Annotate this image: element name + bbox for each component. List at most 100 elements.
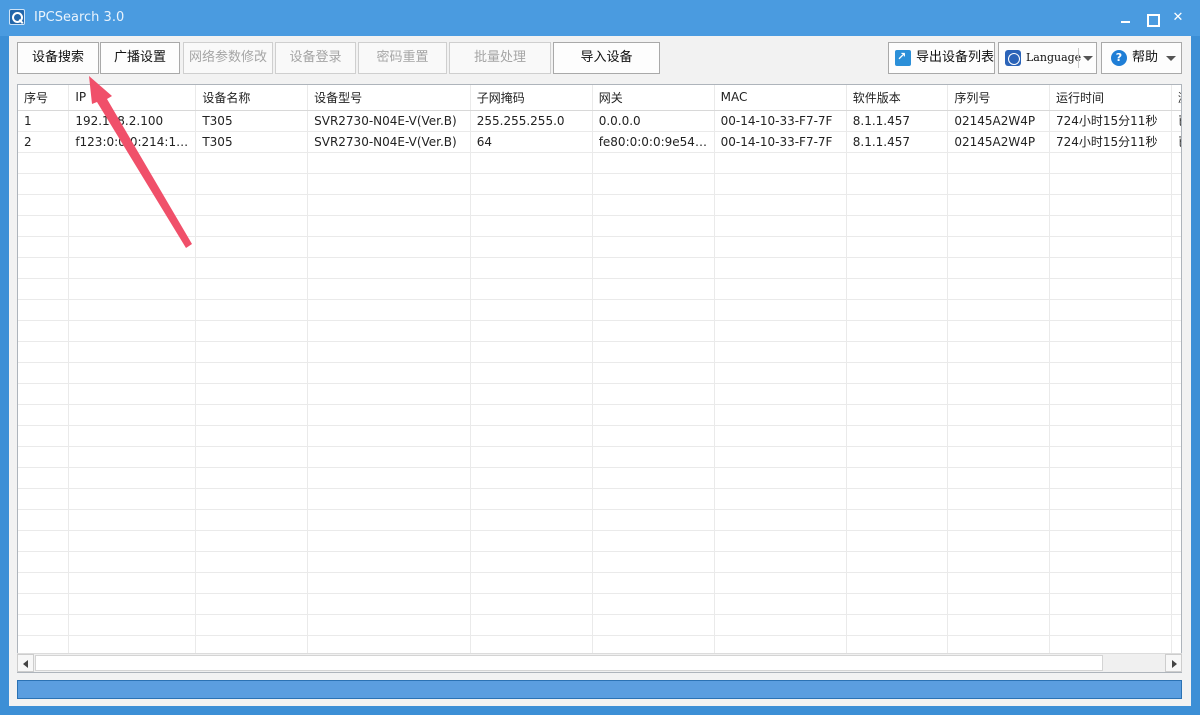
table-row[interactable]: 2 f123:0:0:0:214:10ff... T305 SVR2730-N0… [18, 131, 1181, 153]
column-header[interactable]: 序列号 [947, 85, 1050, 111]
empty-cell [947, 425, 1050, 447]
empty-cell [846, 236, 949, 258]
column-header[interactable]: 激活 [1171, 85, 1181, 111]
empty-row [18, 194, 1181, 216]
table-cell: 8.1.1.457 [846, 110, 949, 132]
empty-cell [470, 215, 593, 237]
column-header[interactable]: 软件版本 [846, 85, 949, 111]
table-row[interactable]: 1 192.168.2.100 T305 SVR2730-N04E-V(Ver.… [18, 110, 1181, 132]
empty-cell [714, 425, 847, 447]
empty-cell [947, 551, 1050, 573]
import-device-button[interactable]: 导入设备 [553, 42, 660, 74]
network-params-button[interactable]: 网络参数修改 [183, 42, 273, 74]
empty-cell [947, 488, 1050, 510]
close-button[interactable]: ✕ [1168, 9, 1188, 27]
column-header[interactable]: IP [68, 85, 197, 111]
table-cell: 02145A2W4P [947, 110, 1050, 132]
empty-cell [68, 341, 197, 363]
device-search-button[interactable]: 设备搜索 [17, 42, 99, 74]
empty-cell [307, 425, 471, 447]
empty-cell [18, 278, 70, 300]
empty-cell [195, 320, 309, 342]
empty-cell [68, 362, 197, 384]
empty-cell [18, 362, 70, 384]
empty-cell [947, 215, 1050, 237]
language-dropdown[interactable]: Language [998, 42, 1097, 74]
empty-cell [470, 299, 593, 321]
horizontal-scrollbar[interactable] [17, 653, 1182, 672]
empty-cell [470, 530, 593, 552]
empty-cell [18, 236, 70, 258]
empty-cell [18, 509, 70, 531]
scrollbar-thumb[interactable] [35, 655, 1103, 671]
column-header[interactable]: 运行时间 [1049, 85, 1172, 111]
empty-cell [592, 593, 715, 615]
empty-cell [18, 551, 70, 573]
column-header[interactable]: MAC [714, 85, 847, 111]
empty-cell [470, 194, 593, 216]
empty-cell [18, 446, 70, 468]
column-header[interactable]: 子网掩码 [470, 85, 593, 111]
scroll-left-icon[interactable] [17, 654, 34, 672]
empty-cell [307, 152, 471, 174]
empty-cell [1171, 614, 1181, 636]
empty-cell [947, 299, 1050, 321]
empty-cell [846, 509, 949, 531]
empty-cell [1171, 341, 1181, 363]
empty-cell [307, 299, 471, 321]
empty-cell [1171, 404, 1181, 426]
scroll-right-icon[interactable] [1165, 654, 1182, 672]
empty-cell [1049, 446, 1172, 468]
empty-cell [947, 362, 1050, 384]
empty-cell [714, 446, 847, 468]
column-header[interactable]: 设备名称 [195, 85, 309, 111]
password-reset-button[interactable]: 密码重置 [358, 42, 447, 74]
table-cell: 00-14-10-33-F7-7F [714, 110, 847, 132]
column-header[interactable]: 序号 [18, 85, 70, 111]
device-table[interactable]: 序号 IP 设备名称 设备型号 子网掩码 网关 MAC 软件版本 序列号 运行时… [17, 84, 1182, 673]
help-dropdown[interactable]: ? 帮助 [1101, 42, 1182, 74]
minimize-button[interactable] [1116, 9, 1136, 27]
empty-cell [195, 404, 309, 426]
column-header[interactable]: 网关 [592, 85, 715, 111]
empty-cell [470, 320, 593, 342]
empty-cell [846, 593, 949, 615]
empty-cell [592, 257, 715, 279]
empty-cell [592, 530, 715, 552]
empty-cell [68, 593, 197, 615]
maximize-button[interactable] [1142, 9, 1162, 27]
column-header[interactable]: 设备型号 [307, 85, 471, 111]
empty-cell [470, 446, 593, 468]
batch-process-button[interactable]: 批量处理 [449, 42, 551, 74]
empty-cell [947, 509, 1050, 531]
empty-cell [18, 299, 70, 321]
empty-cell [307, 404, 471, 426]
empty-cell [307, 488, 471, 510]
empty-cell [947, 152, 1050, 174]
empty-cell [1049, 551, 1172, 573]
device-login-button[interactable]: 设备登录 [275, 42, 356, 74]
table-cell: 0.0.0.0 [592, 110, 715, 132]
empty-cell [714, 320, 847, 342]
empty-cell [846, 488, 949, 510]
empty-cell [18, 257, 70, 279]
empty-row [18, 341, 1181, 363]
empty-cell [714, 236, 847, 258]
export-list-button[interactable]: 导出设备列表 [888, 42, 995, 74]
empty-cell [1171, 572, 1181, 594]
table-cell: 255.255.255.0 [470, 110, 593, 132]
broadcast-settings-button[interactable]: 广播设置 [100, 42, 180, 74]
empty-cell [592, 236, 715, 258]
empty-cell [307, 257, 471, 279]
empty-cell [947, 320, 1050, 342]
chevron-down-icon[interactable] [1083, 56, 1093, 61]
export-icon [895, 42, 911, 72]
chevron-down-icon[interactable] [1166, 56, 1176, 61]
empty-cell [68, 572, 197, 594]
empty-cell [1049, 572, 1172, 594]
empty-cell [846, 404, 949, 426]
table-cell: T305 [195, 131, 309, 153]
empty-cell [195, 215, 309, 237]
empty-cell [1171, 446, 1181, 468]
empty-row [18, 236, 1181, 258]
